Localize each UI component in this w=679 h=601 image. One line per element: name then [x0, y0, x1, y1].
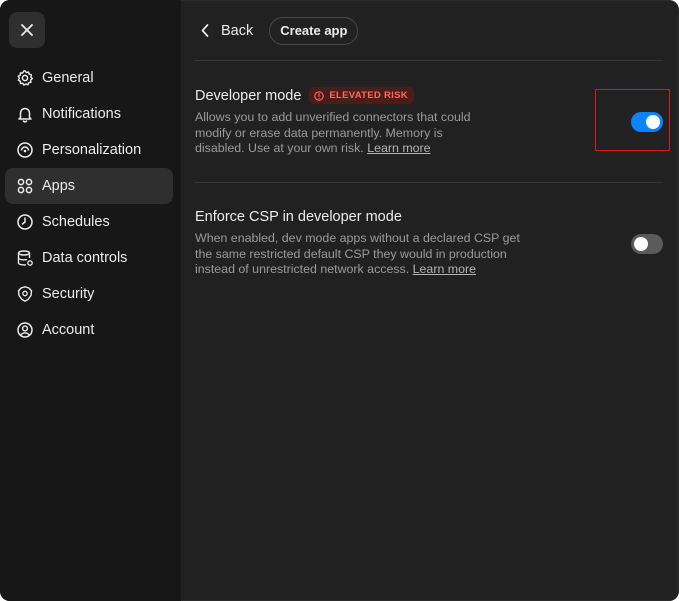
- header-bar: Back Create app: [195, 16, 359, 45]
- setting-title: Developer mode: [195, 87, 302, 104]
- enforce-csp-setting: Enforce CSP in developer mode When enabl…: [195, 209, 663, 278]
- sidebar-item-data-controls[interactable]: Data controls: [5, 240, 173, 276]
- sidebar-item-label: Data controls: [42, 250, 128, 266]
- setting-description: Allows you to add unverified connectors …: [195, 110, 480, 157]
- sidebar-item-notifications[interactable]: Notifications: [5, 96, 173, 132]
- sidebar-item-account[interactable]: Account: [5, 312, 173, 348]
- toggle-knob: [634, 237, 648, 251]
- sidebar-item-label: Security: [42, 286, 95, 302]
- warning-icon: [314, 90, 325, 101]
- setting-description: When enabled, dev mode apps without a de…: [195, 231, 535, 278]
- sidebar-item-label: General: [42, 70, 94, 86]
- personalization-icon: [16, 141, 34, 159]
- sidebar: General Notifications Personalization Ap…: [0, 0, 181, 601]
- apps-grid-icon: [16, 177, 34, 195]
- sidebar-item-label: Notifications: [42, 106, 121, 122]
- sidebar-item-schedules[interactable]: Schedules: [5, 204, 173, 240]
- divider: [195, 60, 663, 61]
- highlight-box: [595, 89, 670, 151]
- create-app-button[interactable]: Create app: [269, 16, 359, 45]
- gear-icon: [16, 69, 34, 87]
- sidebar-item-apps[interactable]: Apps: [5, 168, 173, 204]
- user-circle-icon: [16, 321, 34, 339]
- back-button[interactable]: Back: [201, 23, 253, 39]
- badge-label: ELEVATED RISK: [329, 90, 408, 101]
- enforce-csp-toggle[interactable]: [631, 234, 663, 254]
- sidebar-item-personalization[interactable]: Personalization: [5, 132, 173, 168]
- x-icon: [21, 24, 33, 36]
- sidebar-item-general[interactable]: General: [5, 60, 173, 96]
- divider: [195, 182, 663, 183]
- database-icon: [16, 249, 34, 267]
- setting-title: Enforce CSP in developer mode: [195, 209, 402, 225]
- bell-icon: [16, 105, 34, 123]
- settings-window: General Notifications Personalization Ap…: [0, 0, 679, 601]
- elevated-risk-badge: ELEVATED RISK: [309, 87, 414, 104]
- shield-icon: [16, 285, 34, 303]
- sidebar-nav: General Notifications Personalization Ap…: [5, 60, 173, 348]
- clock-icon: [16, 213, 34, 231]
- sidebar-item-label: Apps: [42, 178, 76, 194]
- sidebar-item-security[interactable]: Security: [5, 276, 173, 312]
- learn-more-link[interactable]: Learn more: [367, 141, 430, 155]
- developer-mode-setting: Developer mode ELEVATED RISK Allows you …: [195, 87, 663, 157]
- chevron-left-icon: [201, 24, 209, 37]
- close-button[interactable]: [9, 12, 45, 48]
- learn-more-link[interactable]: Learn more: [413, 262, 476, 276]
- sidebar-item-label: Account: [42, 322, 95, 338]
- sidebar-item-label: Schedules: [42, 214, 110, 230]
- back-label: Back: [221, 22, 254, 39]
- sidebar-item-label: Personalization: [42, 142, 142, 158]
- main-content: Back Create app Developer mode ELEVATED …: [195, 0, 663, 601]
